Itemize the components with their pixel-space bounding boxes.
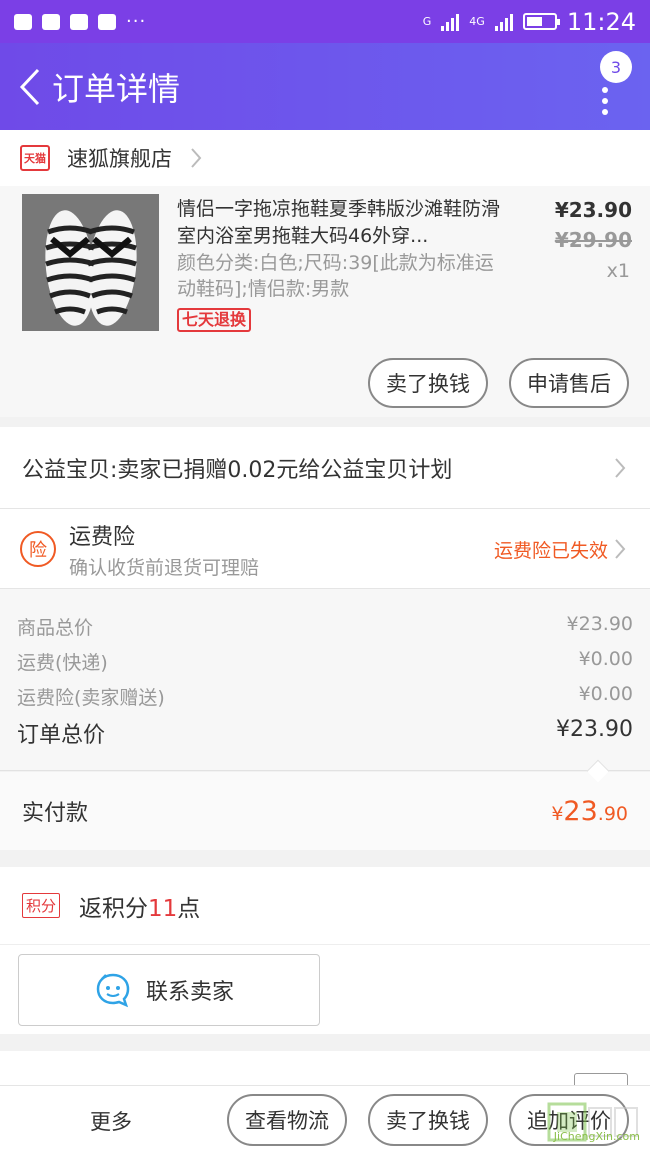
- chevron-right-icon: [191, 148, 202, 168]
- amount-integer: 23: [563, 795, 598, 827]
- store-row[interactable]: 天猫 速狐旗舰店: [0, 130, 650, 186]
- flip-flop-image: [22, 194, 159, 331]
- actual-payment-amount: ¥ 23 .90: [551, 796, 628, 827]
- resell-bottom-button[interactable]: 卖了换钱: [368, 1094, 488, 1146]
- page-title: 订单详情: [52, 69, 181, 108]
- signal-icon-2: [494, 13, 513, 31]
- price-row-shipping: 运费(快递) ¥0.00: [17, 648, 633, 675]
- return-policy-tag: 七天退换: [177, 308, 252, 332]
- insurance-status: 运费险已失效: [493, 540, 608, 562]
- clock: 11:24: [566, 7, 636, 36]
- amount-decimal: .90: [597, 802, 628, 825]
- network-type-2: 4G: [469, 15, 485, 28]
- view-logistics-button[interactable]: 查看物流: [227, 1094, 347, 1146]
- charity-row[interactable]: 公益宝贝:卖家已捐赠0.02元给公益宝贝计划: [0, 427, 650, 508]
- contact-seller-button[interactable]: 联系卖家: [18, 954, 320, 1026]
- price-row-insurance: 运费险(卖家赠送) ¥0.00: [17, 683, 633, 710]
- app-grid-icon: [42, 13, 60, 30]
- price-value: ¥0.00: [578, 648, 633, 670]
- chat-bubble-icon: [96, 973, 130, 1008]
- battery-icon: [522, 13, 560, 30]
- network-type-1: G: [422, 15, 432, 28]
- points-prefix: 返积分: [79, 895, 149, 922]
- store-name: 速狐旗舰店: [67, 147, 172, 171]
- chevron-right-icon: [615, 538, 626, 559]
- more-actions-button[interactable]: 更多: [90, 1106, 132, 1136]
- image-icon: [70, 13, 88, 30]
- tmall-icon: 天猫: [20, 145, 50, 171]
- app-grid-icon-2: [98, 13, 116, 30]
- product-quantity: x1: [606, 260, 630, 282]
- points-suffix: 点: [177, 895, 201, 922]
- more-menu-button[interactable]: 3: [588, 51, 632, 121]
- product-thumbnail[interactable]: [22, 194, 159, 331]
- points-tag: 积分: [22, 893, 61, 918]
- price-row-total: 订单总价 ¥23.90: [17, 717, 633, 749]
- bottom-action-bar: 更多 查看物流 卖了换钱 追加评价 JiChengXin.com: [0, 1085, 650, 1155]
- price-value: ¥23.90: [566, 613, 633, 635]
- resell-button[interactable]: 卖了换钱: [368, 358, 488, 408]
- actual-payment-label: 实付款: [22, 801, 89, 826]
- actual-payment-row: 实付款 ¥ 23 .90: [0, 772, 650, 850]
- insurance-title: 运费险: [69, 525, 136, 550]
- contact-section: 联系卖家: [0, 944, 650, 1034]
- after-sales-button[interactable]: 申请售后: [509, 358, 629, 408]
- points-row: 积分 返积分11点: [0, 867, 650, 944]
- product-price: ¥23.90: [554, 198, 632, 222]
- product-item[interactable]: 情侣一字拖凉拖鞋夏季韩版沙滩鞋防滑室内浴室男拖鞋大码46外穿... 颜色分类:白…: [0, 186, 650, 417]
- points-count: 11: [148, 895, 178, 922]
- signal-icon-1: [441, 13, 460, 31]
- insurance-subtitle: 确认收货前退货可理赔: [69, 557, 260, 579]
- wechat-icon: [14, 13, 32, 30]
- price-value: ¥0.00: [578, 683, 633, 705]
- chevron-left-icon: [19, 68, 40, 105]
- chevron-right-icon: [615, 457, 626, 478]
- insurance-icon: 险: [20, 531, 56, 567]
- contact-seller-label: 联系卖家: [146, 980, 235, 1005]
- nav-header: 订单详情 3: [0, 43, 650, 130]
- order-total-label: 订单总价: [17, 723, 106, 748]
- watermark-text: JiChengXin.com: [553, 1130, 640, 1143]
- more-vertical-icon: [602, 87, 608, 115]
- back-button[interactable]: [10, 57, 50, 117]
- price-breakdown: 商品总价 ¥23.90 运费(快递) ¥0.00 运费险(卖家赠送) ¥0.00…: [0, 588, 650, 771]
- currency-symbol: ¥: [551, 802, 564, 825]
- price-label: 运费(快递): [17, 652, 108, 674]
- charity-text: 公益宝贝:卖家已捐赠0.02元给公益宝贝计划: [22, 457, 453, 483]
- product-original-price: ¥29.90: [554, 228, 632, 252]
- status-more: ···: [126, 11, 147, 32]
- order-total-value: ¥23.90: [556, 717, 633, 742]
- price-row-goods: 商品总价 ¥23.90: [17, 613, 633, 640]
- price-label: 运费险(卖家赠送): [17, 687, 165, 709]
- product-title[interactable]: 情侣一字拖凉拖鞋夏季韩版沙滩鞋防滑室内浴室男拖鞋大码46外穿...: [177, 196, 507, 250]
- status-bar: ··· G 4G 11:24: [0, 0, 650, 43]
- shipping-insurance-row[interactable]: 险 运费险 确认收货前退货可理赔 运费险已失效: [0, 508, 650, 588]
- product-sku: 颜色分类:白色;尺码:39[此款为标准运动鞋码];情侣款:男款: [177, 252, 494, 300]
- notification-badge: 3: [600, 51, 632, 83]
- points-text: 返积分11点: [79, 889, 200, 923]
- price-label: 商品总价: [17, 617, 94, 639]
